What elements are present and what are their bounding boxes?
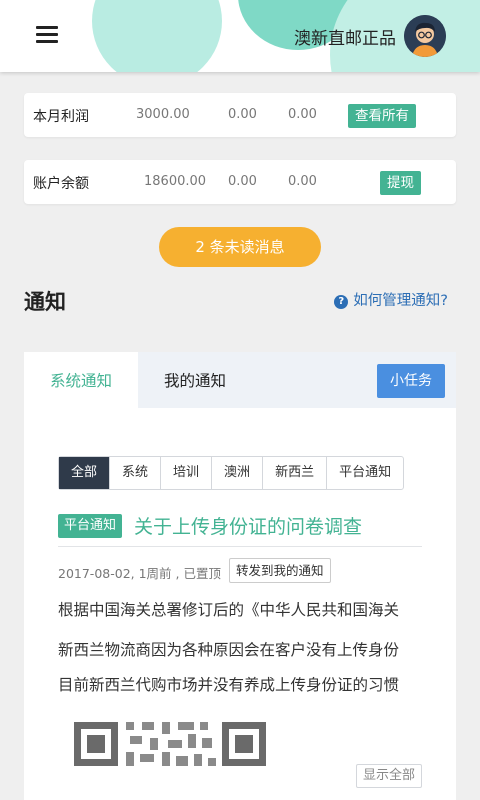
article-title[interactable]: 关于上传身份证的问卷调查 xyxy=(134,512,362,539)
forward-to-my-notice-button[interactable]: 转发到我的通知 xyxy=(229,558,331,583)
stat-value: 18600.00 xyxy=(144,174,207,189)
monthly-profit-card: 本月利润 3000.00 0.00 0.00 查看所有 xyxy=(24,93,456,137)
question-icon: ? xyxy=(334,295,349,309)
user-avatar-icon[interactable] xyxy=(404,15,446,57)
hamburger-menu-icon[interactable] xyxy=(36,26,58,44)
filter-australia[interactable]: 澳洲 xyxy=(211,457,262,489)
filter-platform-notice[interactable]: 平台通知 xyxy=(326,457,403,489)
tab-my-notice[interactable]: 我的通知 xyxy=(164,352,226,408)
notice-section-title: 通知 xyxy=(24,290,66,314)
stat-value: 0.00 xyxy=(288,174,317,189)
filter-training[interactable]: 培训 xyxy=(160,457,211,489)
view-all-button[interactable]: 查看所有 xyxy=(348,104,416,128)
stat-value: 0.00 xyxy=(288,107,317,122)
stat-value: 3000.00 xyxy=(136,107,190,122)
manage-notice-help-link[interactable]: ? 如何管理通知? xyxy=(334,289,448,310)
qr-code-image xyxy=(72,718,276,768)
app-header: 澳新直邮正品 xyxy=(0,0,480,72)
account-balance-card: 账户余额 18600.00 0.00 0.00 提现 xyxy=(24,160,456,204)
stat-label: 本月利润 xyxy=(33,109,89,125)
tab-system-notice[interactable]: 系统通知 xyxy=(24,352,138,408)
filter-system[interactable]: 系统 xyxy=(109,457,160,489)
stat-value: 0.00 xyxy=(228,174,257,189)
article-body-line: 目前新西兰代购市场并没有养成上传身份证的习惯 xyxy=(58,676,400,694)
filter-new-zealand[interactable]: 新西兰 xyxy=(262,457,326,489)
article-meta: 2017-08-02, 1周前 , 已置顶 xyxy=(58,566,221,581)
small-task-button[interactable]: 小任务 xyxy=(377,364,445,398)
withdraw-button[interactable]: 提现 xyxy=(380,171,421,195)
article-body-line: 新西兰物流商因为各种原因会在客户没有上传身份 xyxy=(58,641,400,659)
notice-tab-bar: 系统通知 我的通知 小任务 xyxy=(24,352,456,408)
help-link-label: 如何管理通知? xyxy=(353,293,448,309)
stat-value: 0.00 xyxy=(228,107,257,122)
article-body-line: 根据中国海关总署修订后的《中华人民共和国海关 xyxy=(58,601,400,619)
brand-name: 澳新直邮正品 xyxy=(294,29,396,49)
stat-label: 账户余额 xyxy=(33,176,89,192)
divider xyxy=(58,546,422,547)
category-filter-group: 全部 系统 培训 澳洲 新西兰 平台通知 xyxy=(58,456,405,490)
notice-panel: 系统通知 我的通知 小任务 全部 系统 培训 澳洲 新西兰 平台通知 平台通知 … xyxy=(24,352,456,800)
header-decoration xyxy=(92,0,222,72)
article-category-badge: 平台通知 xyxy=(58,514,123,538)
show-all-button[interactable]: 显示全部 xyxy=(355,764,422,788)
unread-messages-button[interactable]: 2 条未读消息 xyxy=(159,227,321,267)
filter-all[interactable]: 全部 xyxy=(59,457,110,489)
